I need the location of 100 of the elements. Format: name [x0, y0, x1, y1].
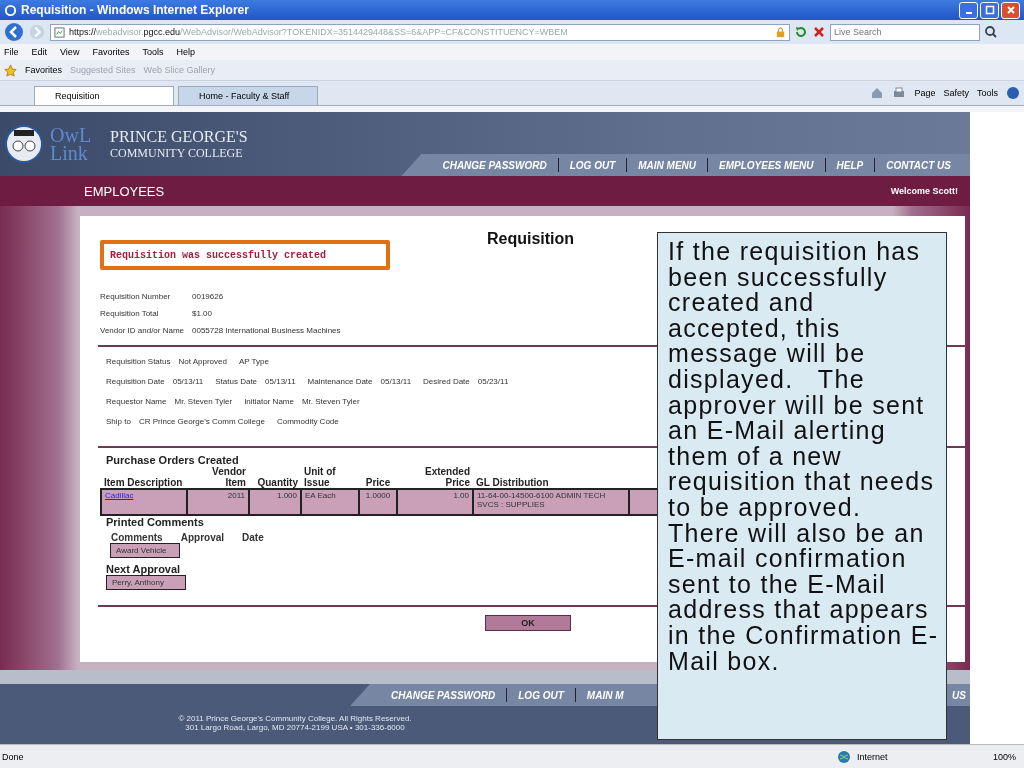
field-label: Requestor Name — [106, 397, 167, 406]
search-icon[interactable] — [984, 25, 998, 39]
field-label: Ship to — [106, 417, 131, 426]
section-heading: Purchase Orders Created — [106, 454, 239, 466]
column-header: Extended Price — [397, 466, 473, 489]
logo-text: OwL Link — [50, 126, 90, 162]
field-label: Requisition Date — [106, 377, 165, 386]
nav-link[interactable]: CHANGE PASSWORD — [380, 689, 507, 701]
nav-link[interactable]: LOG OUT — [507, 689, 575, 701]
window-title: Requisition - Windows Internet Explorer — [21, 3, 249, 17]
back-button[interactable] — [4, 22, 24, 42]
field-value: 05/13/11 — [265, 377, 296, 386]
minimize-button[interactable] — [959, 1, 978, 19]
nav-link[interactable]: HELP — [825, 159, 875, 171]
success-message: Requisition was successfully created — [100, 240, 390, 270]
column-header: Item Description — [101, 466, 187, 489]
field-value: $1.00 — [192, 309, 213, 318]
field-value: 05/13/11 — [380, 377, 412, 386]
ok-button[interactable]: OK — [485, 615, 571, 631]
nav-link[interactable]: CONTACT US — [875, 159, 962, 171]
nav-link[interactable]: CHANGE PASSWORD — [431, 159, 558, 171]
item-link[interactable]: Cadillac — [105, 491, 134, 500]
close-icon — [1005, 5, 1016, 15]
field-label: Vendor ID and/or Name — [100, 326, 186, 335]
maximize-icon — [984, 5, 995, 15]
stop-icon[interactable] — [812, 25, 826, 39]
address-text: 301 Largo Road, Largo, MD 20774-2199 USA • 301-336-6000 — [185, 723, 405, 732]
field-value: 05/23/11 — [477, 377, 509, 386]
field-label: Initiator Name — [244, 397, 294, 406]
section-title: EMPLOYEES — [84, 183, 165, 199]
browser-icon — [4, 3, 17, 17]
command-button[interactable]: Tools — [977, 88, 998, 98]
column-header: Date — [242, 532, 264, 543]
field-value: Not Approved — [178, 357, 227, 366]
field-value: 0019626 — [192, 292, 224, 301]
table-cell: 1.00 — [397, 489, 473, 515]
section-heading: Next Approval — [106, 563, 181, 575]
field-label: Requisition Number — [100, 292, 172, 301]
table-cell: EA Each — [301, 489, 359, 515]
command-button[interactable]: Page — [914, 88, 936, 98]
zoom-button[interactable]: 100% — [992, 751, 1016, 762]
menu-item[interactable]: Favorites — [92, 47, 130, 57]
table-cell: 2011 — [187, 489, 249, 515]
college-name: PRINCE GEORGE'S — [110, 127, 248, 146]
command-button[interactable]: Safety — [943, 88, 969, 98]
field-label: Status Date — [215, 377, 258, 386]
column-header: Quantity — [249, 466, 301, 489]
field-label: Maintenance Date — [307, 377, 373, 386]
page-title: Requisition — [487, 230, 575, 248]
menu-item[interactable]: File — [4, 47, 19, 57]
nav-link[interactable]: MAIN MENU — [627, 159, 708, 171]
copyright-text: © 2011 Prince George's Community College. All Rights Reserved. — [178, 714, 412, 723]
page-icon — [54, 26, 65, 38]
close-button[interactable] — [1001, 1, 1020, 19]
status-text: Done — [2, 751, 24, 762]
field-label: Requisition Total — [100, 309, 160, 318]
zone-text: Internet — [856, 751, 889, 762]
field-value: Mr. Steven Tyler — [301, 397, 360, 406]
menu-item[interactable]: Tools — [142, 47, 164, 57]
callout-note: If the requisition has been successfully created and accepted, this message will be displayed. The approver will be sent an E-Mail alerting them of a new requisition that needs to be approved. There will also be an E-mail confirmation sent to the E-Mail address that appears in the Confirmation E-Mail box. — [657, 232, 947, 740]
star-icon — [4, 63, 17, 77]
print-icon[interactable] — [892, 86, 907, 100]
column-header: Approval — [180, 532, 225, 543]
field-value: CR Prince George's Comm College — [138, 417, 265, 426]
browser-tab[interactable]: Home - Faculty & Staff — [178, 86, 318, 105]
maximize-button[interactable] — [980, 1, 999, 19]
field-value: 0055728 International Business Machines — [192, 326, 341, 335]
menu-item[interactable]: View — [60, 47, 80, 57]
column-header: Comments — [111, 532, 163, 543]
search-field[interactable]: Live Search — [830, 23, 980, 41]
favorites-button[interactable]: Favorites — [25, 65, 62, 75]
globe-icon — [836, 749, 851, 764]
approver-value: Perry, Anthony — [106, 575, 186, 590]
home-icon[interactable] — [870, 86, 885, 100]
table-cell: 1.000 — [249, 489, 301, 515]
nav-link[interactable]: EMPLOYEES MENU — [708, 159, 825, 171]
menu-item[interactable]: Help — [176, 47, 195, 57]
field-label: Desired Date — [423, 377, 470, 386]
table-cell: 1.0000 — [359, 489, 397, 515]
nav-link[interactable]: LOG OUT — [558, 159, 627, 171]
field-value: Mr. Steven Tyler — [174, 397, 233, 406]
nav-link[interactable]: MAIN M — [575, 689, 635, 701]
refresh-icon[interactable] — [794, 25, 808, 39]
column-header: Unit of Issue — [301, 466, 359, 489]
comment-value: Award Vehicle — [110, 543, 180, 558]
nav-link[interactable]: US — [952, 689, 966, 701]
address-field[interactable]: https://webadvisor.pgcc.edu/WebAdvisor/WebAdvisor?TOKENIDX=3514429448&SS=6&APP=CF&CONSTITUENCY=WBEM — [50, 23, 790, 41]
owl-logo-icon — [4, 124, 44, 164]
menu-item[interactable]: Edit — [31, 47, 48, 57]
field-value: 05/13/11 — [172, 377, 204, 386]
column-header: Price — [359, 466, 397, 489]
field-label: AP Type — [238, 357, 269, 366]
college-name: COMMUNITY COLLEGE — [110, 145, 244, 161]
column-header: GL Distribution — [473, 466, 629, 489]
table-cell: 11-64-00-14500-6100 ADMIN TECH SVCS : SUPPLIES — [473, 489, 629, 515]
lock-icon — [775, 26, 786, 38]
field-label: Commodity Code — [276, 417, 339, 426]
browser-tab[interactable]: Requisition — [34, 86, 174, 105]
minimize-icon — [965, 12, 972, 14]
welcome-text: Welcome Scott! — [890, 186, 958, 196]
